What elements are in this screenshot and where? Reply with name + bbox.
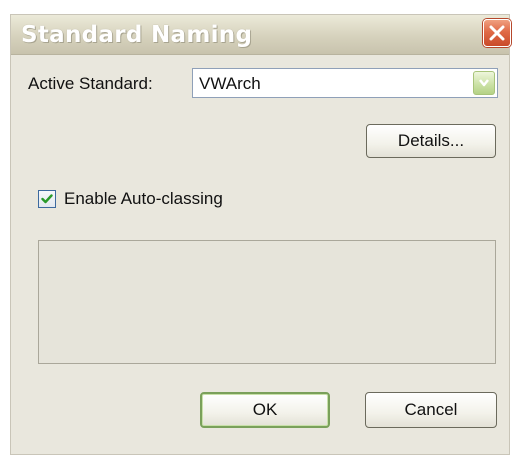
chevron-down-icon	[479, 79, 489, 87]
active-standard-value: VWArch	[199, 74, 261, 93]
close-button[interactable]	[483, 19, 511, 47]
ok-button-label: OK	[252, 400, 278, 419]
active-standard-label: Active Standard:	[28, 74, 153, 93]
checkmark-icon	[41, 194, 53, 204]
close-icon	[489, 25, 505, 41]
dialog-title: Standard Naming	[21, 22, 253, 48]
cancel-button[interactable]: Cancel	[365, 392, 497, 428]
title-bar[interactable]: Standard Naming	[11, 15, 511, 55]
cancel-button-label: Cancel	[404, 400, 458, 419]
dropdown-button[interactable]	[473, 71, 495, 95]
auto-classing-label: Enable Auto-classing	[64, 189, 223, 208]
details-button[interactable]: Details...	[366, 124, 496, 158]
ok-button[interactable]: OK	[200, 392, 330, 428]
active-standard-select[interactable]: VWArch	[192, 68, 498, 98]
auto-classing-checkbox[interactable]	[38, 190, 56, 208]
details-button-label: Details...	[397, 131, 465, 150]
description-panel	[38, 240, 496, 364]
